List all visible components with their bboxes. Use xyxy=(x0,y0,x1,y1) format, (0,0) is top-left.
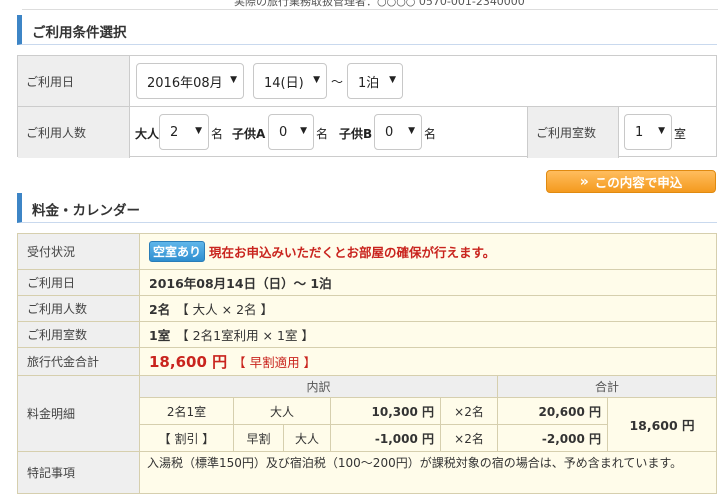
rooms-select[interactable]: 1 ▼ xyxy=(624,114,672,150)
conditions-table: ご利用日 2016年08月 ▼ 14(日) ▼ ～ 1泊 ▼ ご利用人数 大人 2 ▼ … xyxy=(17,55,717,158)
dropdown-arrow-icon: ▼ xyxy=(389,75,396,85)
rooms-info-value: 1室 【 2名1室利用 × 1室 】 xyxy=(149,322,314,347)
date-row: ご利用日 2016年08月 ▼ 14(日) ▼ ～ 1泊 ▼ xyxy=(18,56,716,107)
total-note: 【 早割適用 】 xyxy=(233,355,317,370)
row2-qty: ×2名 xyxy=(441,425,498,452)
date-info-value: 2016年08月14日（日）～ 1泊 xyxy=(149,276,332,291)
rooms-label: ご利用室数 xyxy=(527,107,619,158)
row1-type: 大人 xyxy=(234,398,331,425)
date-info-label: ご利用日 xyxy=(18,270,140,295)
status-message: 現在お申込みいただくとお部屋の確保が行えます。 xyxy=(209,245,496,260)
clipped-contact-text: 実際の旅行業務取扱管理者：○○○○ 0570-001-2340000 xyxy=(234,0,525,8)
breakdown-header-items: 内訳 xyxy=(140,376,498,398)
rooms-detail: 【 2名1室利用 × 1室 】 xyxy=(176,328,314,343)
rooms-unit: 室 xyxy=(674,127,687,141)
childA-value: 0 xyxy=(279,124,288,140)
persons-row: ご利用人数 大人 2 ▼ 名 子供A 0 ▼ 名 子供B 0 ▼ 名 ご利用室数 1 ▼… xyxy=(18,107,716,158)
date-label: ご利用日 xyxy=(18,56,130,106)
total-price: 18,600 円 xyxy=(149,353,228,371)
persons-info-label: ご利用人数 xyxy=(18,296,140,321)
row2-kind: 早割 xyxy=(234,425,284,452)
day-value: 14(日) xyxy=(264,75,304,91)
status-value: 空室あり 現在お申込みいただくとお部屋の確保が行えます。 xyxy=(149,234,495,269)
persons-label: ご利用人数 xyxy=(18,107,130,158)
adult-label: 大人 xyxy=(135,127,160,141)
persons-detail: 【 大人 × 2名 】 xyxy=(176,302,274,317)
breakdown-grid: 内訳 合計 2名1室 大人 10,300 円 ×2名 20,600 円 【 割引… xyxy=(140,376,716,452)
childA-unit: 名 xyxy=(316,127,329,141)
notes-text: 入湯税（標準150円）及び宿泊税（100～200円）が課税対象の宿の場合は、予め… xyxy=(147,456,683,470)
apply-button[interactable]: » この内容で申込 xyxy=(546,170,716,193)
calendar-section-title: 料金・カレンダー xyxy=(32,203,140,219)
row2-room: 【 割引 】 xyxy=(140,425,234,452)
nights-select[interactable]: 1泊 ▼ xyxy=(347,63,403,99)
dropdown-arrow-icon: ▼ xyxy=(313,75,320,85)
dropdown-arrow-icon: ▼ xyxy=(300,126,307,136)
childB-select[interactable]: 0 ▼ xyxy=(374,114,422,150)
rooms-info-row: ご利用室数 1室 【 2名1室利用 × 1室 】 xyxy=(18,322,716,348)
conditions-section-header: ご利用条件選択 xyxy=(17,15,717,45)
status-row: 受付状況 空室あり 現在お申込みいただくとお部屋の確保が行えます。 xyxy=(18,234,716,270)
dropdown-arrow-icon: ▼ xyxy=(230,75,237,85)
row1-subtotal: 20,600 円 xyxy=(498,398,608,425)
childB-unit: 名 xyxy=(424,127,437,141)
row1-qty: ×2名 xyxy=(441,398,498,425)
grand-total: 18,600 円 xyxy=(608,398,716,452)
childB-label: 子供B xyxy=(339,127,373,141)
calendar-section-header: 料金・カレンダー xyxy=(17,193,717,223)
persons-main: 2名 xyxy=(149,302,171,317)
row2-type: 大人 xyxy=(284,425,331,452)
row1-room: 2名1室 xyxy=(140,398,234,425)
total-label: 旅行代金合計 xyxy=(18,348,140,375)
top-clipped-text: 実際の旅行業務取扱管理者：○○○○ 0570-001-2340000 xyxy=(22,0,718,10)
childA-label: 子供A xyxy=(232,127,266,141)
notes-row: 特記事項 入湯税（標準150円）及び宿泊税（100～200円）が課税対象の宿の場… xyxy=(18,452,716,493)
year-month-value: 2016年08月 xyxy=(147,75,223,91)
total-value: 18,600 円 【 早割適用 】 xyxy=(149,348,316,375)
childB-value: 0 xyxy=(385,124,394,140)
year-month-select[interactable]: 2016年08月 ▼ xyxy=(136,63,244,99)
vacancy-badge: 空室あり xyxy=(149,241,206,262)
apply-button-label: この内容で申込 xyxy=(594,175,683,190)
dropdown-arrow-icon: ▼ xyxy=(658,126,665,136)
breakdown-row: 料金明細 内訳 合計 2名1室 大人 10,300 円 ×2名 20,600 円… xyxy=(18,376,716,452)
childA-select[interactable]: 0 ▼ xyxy=(268,114,314,150)
dropdown-arrow-icon: ▼ xyxy=(408,126,415,136)
adult-unit: 名 xyxy=(211,127,224,141)
double-chevron-right-icon: » xyxy=(579,173,589,190)
price-info-table: 受付状況 空室あり 現在お申込みいただくとお部屋の確保が行えます。 ご利用日 2… xyxy=(17,233,717,494)
rooms-main: 1室 xyxy=(149,328,171,343)
row1-price: 10,300 円 xyxy=(331,398,441,425)
adult-select[interactable]: 2 ▼ xyxy=(159,114,209,150)
row2-subtotal: -2,000 円 xyxy=(498,425,608,452)
status-label: 受付状況 xyxy=(18,234,140,269)
range-tilde: ～ xyxy=(331,75,344,89)
day-select[interactable]: 14(日) ▼ xyxy=(253,63,327,99)
dropdown-arrow-icon: ▼ xyxy=(195,126,202,136)
nights-value: 1泊 xyxy=(358,75,380,91)
row2-price: -1,000 円 xyxy=(331,425,441,452)
persons-info-row: ご利用人数 2名 【 大人 × 2名 】 xyxy=(18,296,716,322)
rooms-value: 1 xyxy=(635,124,644,140)
rooms-info-label: ご利用室数 xyxy=(18,322,140,347)
adult-value: 2 xyxy=(170,124,179,140)
date-info-row: ご利用日 2016年08月14日（日）～ 1泊 xyxy=(18,270,716,296)
total-row: 旅行代金合計 18,600 円 【 早割適用 】 xyxy=(18,348,716,376)
notes-label: 特記事項 xyxy=(18,452,140,493)
conditions-section-title: ご利用条件選択 xyxy=(32,25,127,41)
breakdown-header-sum: 合計 xyxy=(498,376,716,398)
breakdown-label: 料金明細 xyxy=(18,376,140,451)
persons-info-value: 2名 【 大人 × 2名 】 xyxy=(149,296,273,321)
